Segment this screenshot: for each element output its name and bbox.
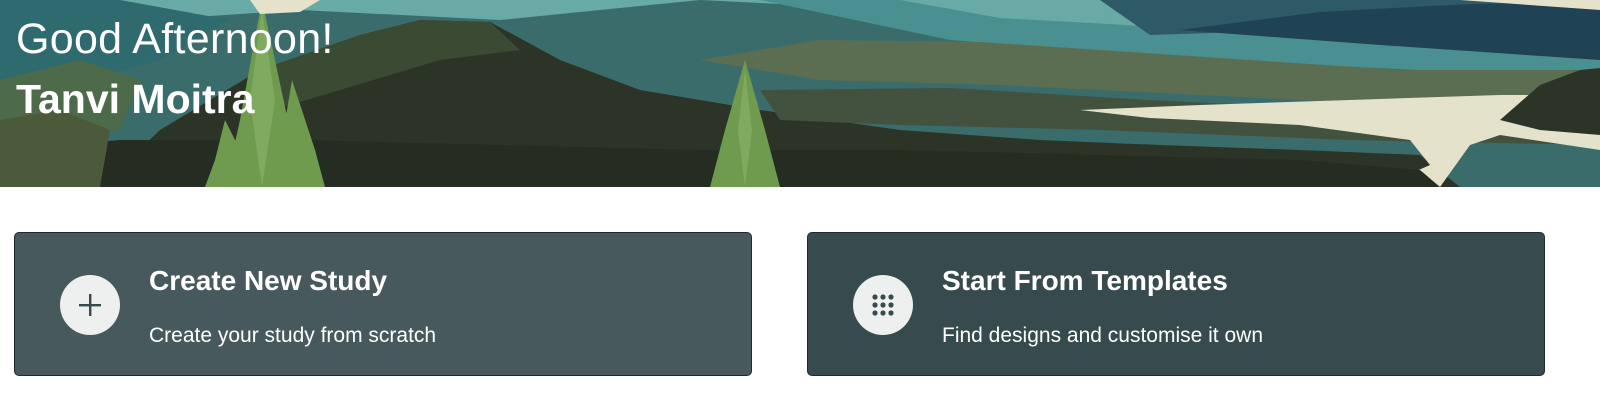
plus-icon: [60, 275, 120, 335]
greeting-text: Good Afternoon!: [16, 15, 334, 63]
hero-banner: Good Afternoon! Tanvi Moitra: [0, 0, 1600, 187]
card-title: Create New Study: [149, 265, 388, 296]
grid-icon: [853, 275, 913, 335]
start-from-templates-card[interactable]: Start From Templates Find designs and cu…: [807, 232, 1545, 376]
card-subtitle: Find designs and customise it own: [942, 324, 1263, 347]
create-new-study-card[interactable]: Create New Study Create your study from …: [14, 232, 752, 376]
user-name: Tanvi Moitra: [16, 76, 255, 122]
card-subtitle: Create your study from scratch: [149, 324, 437, 347]
card-title: Start From Templates: [942, 265, 1228, 296]
